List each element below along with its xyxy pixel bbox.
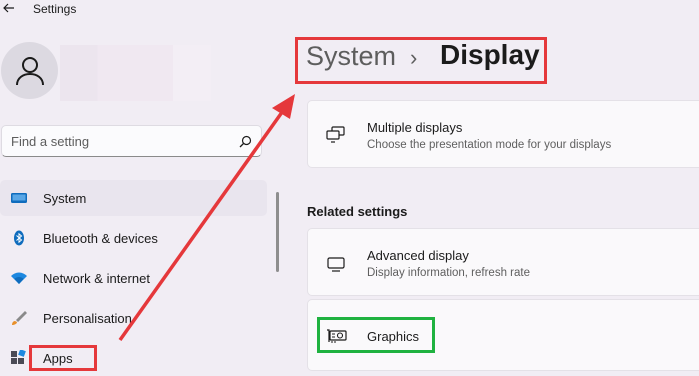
annotation-arrow-icon	[118, 94, 295, 342]
